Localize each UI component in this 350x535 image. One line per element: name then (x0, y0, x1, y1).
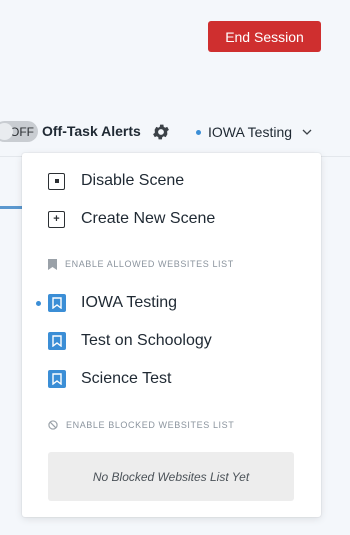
scene-active-dot (196, 129, 201, 135)
end-session-button[interactable]: End Session (208, 21, 321, 52)
scene-dropdown-menu: Disable Scene + Create New Scene ENABLE … (22, 153, 321, 517)
allowed-section-title: ENABLE ALLOWED WEBSITES LIST (65, 259, 234, 269)
bookmark-icon (48, 332, 66, 350)
allowed-list-label: IOWA Testing (81, 294, 178, 311)
blocked-section-title: ENABLE BLOCKED WEBSITES LIST (66, 420, 235, 430)
allowed-list-label: Test on Schoology (81, 332, 212, 349)
off-task-alerts-toggle[interactable]: OFF (0, 121, 38, 142)
blocked-websites-section-header: ENABLE BLOCKED WEBSITES LIST (48, 418, 234, 432)
disable-scene-item[interactable]: Disable Scene (22, 166, 321, 196)
toggle-state-label: OFF (10, 124, 34, 139)
off-task-alerts-label: Off-Task Alerts (42, 123, 141, 139)
chevron-down-icon (302, 129, 312, 135)
create-new-scene-item[interactable]: + Create New Scene (22, 204, 321, 234)
blocked-empty-text: No Blocked Websites List Yet (92, 469, 250, 484)
gear-icon[interactable] (151, 122, 171, 142)
allowed-websites-section-header: ENABLE ALLOWED WEBSITES LIST (48, 257, 234, 271)
square-plus-icon: + (48, 210, 65, 228)
allowed-list-item-iowa-testing[interactable]: IOWA Testing (22, 288, 321, 318)
app-page: End Session OFF Off-Task Alerts IOWA Tes… (0, 0, 350, 535)
bookmark-icon (48, 370, 66, 388)
allowed-list-item-science-test[interactable]: Science Test (22, 364, 321, 394)
allowed-list-label: Science Test (81, 370, 172, 387)
bookmark-small-icon (48, 258, 57, 270)
square-dot-icon (48, 172, 65, 190)
scene-selector[interactable]: IOWA Testing (196, 121, 313, 143)
allowed-list-item-test-on-schoology[interactable]: Test on Schoology (22, 326, 321, 356)
create-new-scene-label: Create New Scene (81, 210, 216, 227)
tab-indicator (0, 206, 22, 209)
active-list-dot (36, 301, 41, 306)
bookmark-icon (48, 294, 66, 312)
blocked-icon (48, 420, 58, 430)
disable-scene-label: Disable Scene (81, 172, 185, 189)
blocked-list-empty-state: No Blocked Websites List Yet (48, 452, 294, 501)
scene-selector-label: IOWA Testing (208, 124, 293, 140)
